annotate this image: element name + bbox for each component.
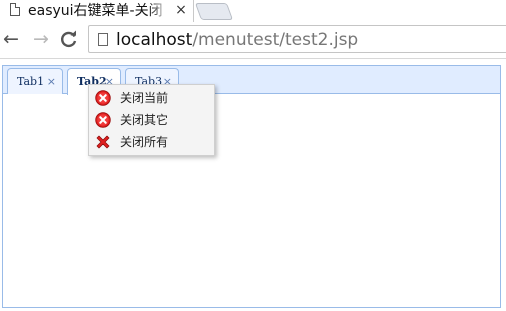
reload-icon — [61, 30, 77, 48]
document-icon — [10, 3, 20, 16]
close-circle-icon — [95, 112, 111, 128]
menu-item-label: 关闭其它 — [120, 113, 169, 127]
tab-close-icon[interactable]: × — [47, 75, 56, 89]
context-menu: 关闭当前 关闭其它 关闭所有 — [88, 84, 215, 156]
menu-item-close-current[interactable]: 关闭当前 — [89, 87, 214, 109]
reload-button[interactable] — [58, 27, 80, 51]
tab-1[interactable]: Tab1 × — [7, 68, 63, 94]
menu-item-close-all[interactable]: 关闭所有 — [89, 131, 214, 153]
browser-toolbar: ← → localhost/menutest/test2.jsp — [0, 22, 506, 58]
red-x-icon — [96, 135, 110, 149]
browser-tab[interactable]: easyui右键菜单-关闭 × — [0, 0, 194, 22]
toolbar-divider — [0, 58, 506, 59]
new-tab-button[interactable] — [194, 3, 234, 20]
page-icon — [98, 33, 108, 46]
menu-item-close-others[interactable]: 关闭其它 — [89, 109, 214, 131]
tabs-header: Tab1 × Tab2 × Tab3 × — [3, 66, 500, 95]
url-host: localhost — [116, 30, 193, 50]
browser-tab-title: easyui右键菜单-关闭 — [28, 3, 163, 19]
back-button[interactable]: ← — [0, 27, 22, 51]
tab-label: Tab1 — [17, 75, 45, 88]
forward-button[interactable]: → — [30, 27, 52, 51]
close-circle-icon — [95, 90, 111, 106]
browser-tab-close-icon[interactable]: × — [174, 2, 188, 18]
tabs-panel: Tab1 × Tab2 × Tab3 × — [2, 65, 501, 308]
menu-item-label: 关闭所有 — [120, 135, 169, 149]
url-path: /menutest/test2.jsp — [192, 30, 359, 50]
url-text[interactable]: localhost/menutest/test2.jsp — [116, 29, 358, 51]
address-bar[interactable]: localhost/menutest/test2.jsp — [88, 25, 506, 53]
browser-tabstrip: easyui右键菜单-关闭 × — [0, 0, 506, 22]
menu-item-label: 关闭当前 — [120, 91, 169, 105]
